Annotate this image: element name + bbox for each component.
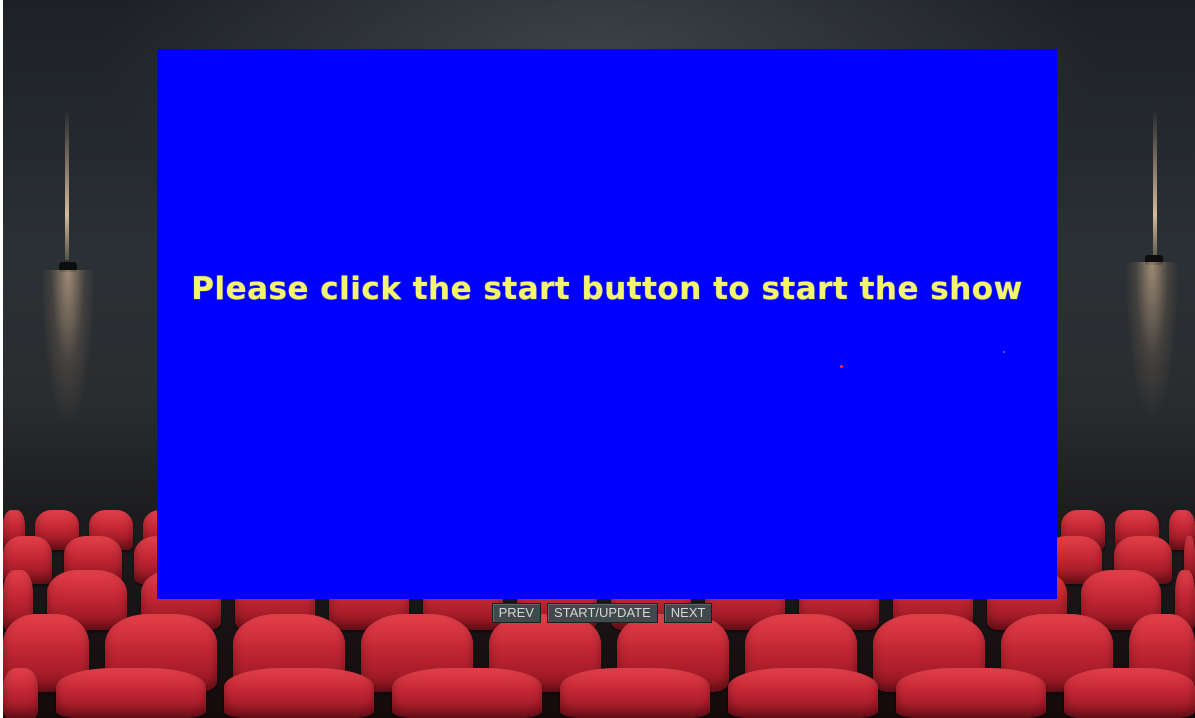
seat [56,668,206,718]
right-light-beam [1107,262,1195,522]
screen-message: Please click the start button to start t… [191,271,1023,307]
left-light-beam [23,270,113,530]
left-wall-light-icon [65,110,69,260]
prev-button[interactable]: PREV [491,603,541,623]
seat [560,668,710,718]
seat [392,668,542,718]
seat [896,668,1046,718]
start-update-button[interactable]: START/UPDATE [546,603,658,623]
seat [1064,668,1195,718]
seat [3,668,38,718]
playback-controls: PREV START/UPDATE NEXT [3,603,1195,623]
next-button[interactable]: NEXT [663,603,713,623]
red-dot-icon [840,365,843,368]
seat [224,668,374,718]
seat [728,668,878,718]
projection-screen: Please click the start button to start t… [157,49,1057,599]
theater-background: Please click the start button to start t… [3,0,1195,718]
small-dot-icon [1003,351,1005,353]
right-wall-light-icon [1153,110,1157,260]
